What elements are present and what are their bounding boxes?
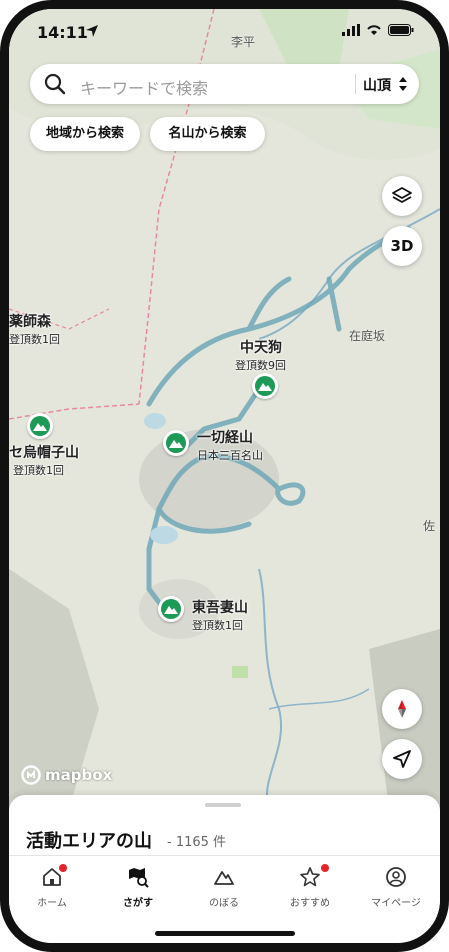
mountain-sub: 登頂数9回	[235, 359, 286, 372]
mountain-label[interactable]: 東吾妻山 登頂数1回	[192, 597, 248, 633]
mountain-label[interactable]: 中天狗 登頂数9回	[235, 337, 286, 373]
battery-icon	[388, 24, 414, 36]
tab-recommend[interactable]: おすすめ	[267, 856, 353, 916]
tab-label: のぼる	[209, 898, 239, 909]
status-icons	[342, 24, 414, 36]
bottom-sheet[interactable]: 活動エリアの山 - 1165 件 ホーム さがす のぼる おすすめ マイページ	[9, 795, 440, 943]
mountain-name: 中天狗	[240, 340, 282, 356]
mountain-sub: 登頂数1回	[192, 619, 243, 632]
user-icon	[386, 867, 406, 887]
map-search-icon	[129, 868, 149, 888]
layers-icon	[392, 187, 412, 203]
mountain-marker[interactable]	[252, 373, 278, 399]
sheet-title: 活動エリアの山	[26, 831, 152, 852]
mountain-sub: 登頂数1回	[9, 333, 60, 346]
mountain-name: 東吾妻山	[192, 600, 248, 616]
status-bar: 14:11	[9, 9, 440, 55]
star-icon	[300, 867, 320, 887]
3d-label: 3D	[390, 237, 414, 255]
3d-toggle-button[interactable]: 3D	[382, 226, 422, 266]
search-bar[interactable]: キーワードで検索 山頂	[30, 64, 419, 104]
sheet-grabber[interactable]	[205, 803, 241, 807]
search-divider	[355, 74, 356, 94]
screen: 14:11 キーワードで検索 山頂 地域から検索 名山から検索 3D 李平 在庭…	[9, 9, 440, 943]
famous-mountain-search-chip[interactable]: 名山から検索	[150, 117, 265, 151]
home-indicator	[155, 931, 295, 936]
search-icon	[44, 73, 66, 95]
compass-icon	[398, 700, 406, 718]
sheet-count: - 1165 件	[167, 835, 227, 850]
tab-label: さがす	[123, 898, 153, 909]
current-location-button[interactable]	[382, 739, 422, 779]
location-arrow-icon	[86, 25, 98, 37]
tab-label: マイページ	[371, 898, 421, 909]
search-type-select[interactable]: 山頂	[363, 75, 391, 95]
mountain-label[interactable]: 薬師森 登頂数1回	[9, 311, 60, 347]
sort-arrows-icon[interactable]	[398, 76, 408, 92]
mountain-label[interactable]: 一切経山 日本三百名山	[197, 427, 263, 463]
mountain-icon	[164, 606, 178, 614]
signal-icon	[342, 24, 360, 36]
mapbox-logo-icon	[21, 765, 41, 785]
mountain-sub: 登頂数1回	[13, 464, 64, 477]
mountain-icon	[33, 423, 47, 431]
tab-label: ホーム	[37, 898, 67, 909]
mountain-marker[interactable]	[163, 430, 189, 456]
notification-badge	[321, 864, 329, 872]
compass-button[interactable]	[382, 689, 422, 729]
phone-frame: 14:11 キーワードで検索 山頂 地域から検索 名山から検索 3D 李平 在庭…	[0, 0, 449, 952]
mapbox-attribution[interactable]: mapbox	[21, 765, 112, 785]
search-input[interactable]: キーワードで検索	[80, 75, 208, 99]
mountain-name: 一切経山	[197, 430, 253, 446]
tab-bar: ホーム さがす のぼる おすすめ マイページ	[9, 855, 440, 915]
tab-mypage[interactable]: マイページ	[353, 856, 439, 916]
mountain-icon	[214, 871, 234, 885]
mountain-sub: 日本三百名山	[197, 449, 263, 462]
tab-search[interactable]: さがす	[95, 856, 181, 916]
layers-button[interactable]	[382, 176, 422, 216]
mountain-name: セ烏帽子山	[9, 445, 79, 461]
notification-badge	[59, 864, 67, 872]
mountain-marker[interactable]	[27, 413, 53, 439]
mapbox-label: mapbox	[45, 766, 113, 784]
mountain-icon	[169, 440, 183, 448]
status-time: 14:11	[37, 23, 88, 42]
tab-climb[interactable]: のぼる	[181, 856, 267, 916]
mountain-name: 薬師森	[9, 314, 51, 330]
tab-home[interactable]: ホーム	[9, 856, 95, 916]
mountain-label[interactable]: セ烏帽子山 登頂数1回	[9, 442, 79, 478]
navigation-arrow-icon	[393, 750, 411, 768]
place-label: 佐	[423, 519, 436, 533]
wifi-icon	[367, 25, 381, 35]
mountain-marker[interactable]	[158, 596, 184, 622]
place-label: 在庭坂	[349, 329, 386, 343]
mountain-icon	[258, 383, 272, 391]
tab-label: おすすめ	[290, 898, 330, 909]
region-search-chip[interactable]: 地域から検索	[30, 117, 140, 151]
